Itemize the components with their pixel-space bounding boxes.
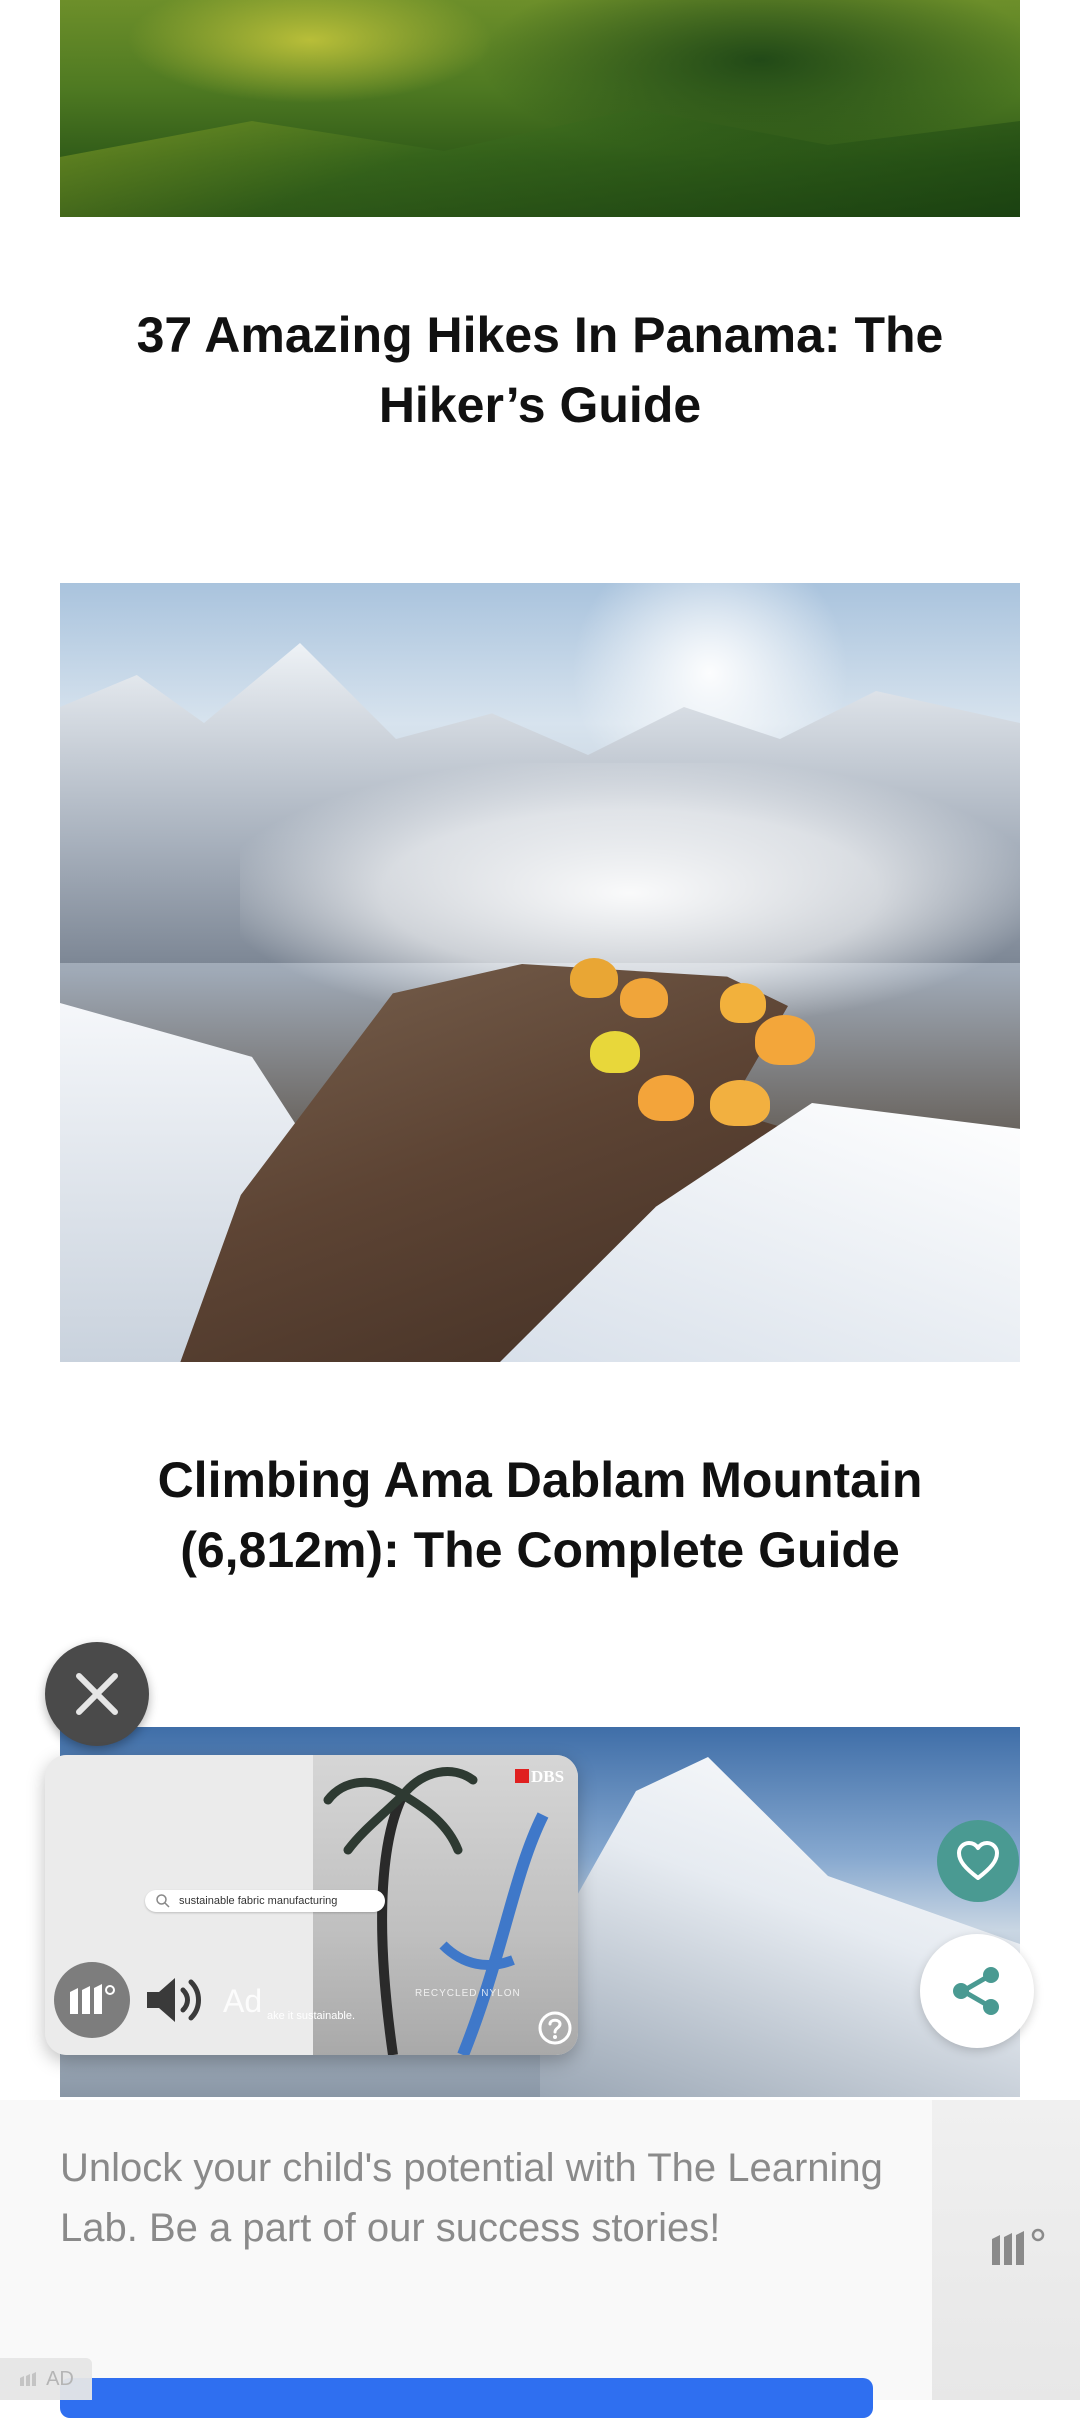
- ad-network-logo: [988, 2225, 1050, 2274]
- banner-ad-cta-button[interactable]: [60, 2378, 873, 2418]
- help-icon: [538, 2011, 572, 2045]
- close-icon: [76, 1673, 118, 1715]
- mute-toggle-button[interactable]: [143, 1970, 209, 2035]
- article-image-ama-dablam[interactable]: [60, 583, 1020, 1362]
- close-ad-button[interactable]: [45, 1642, 149, 1746]
- brand-logo-icon: [70, 1984, 115, 2014]
- banner-ad-text[interactable]: Unlock your child's potential with The L…: [60, 2138, 890, 2258]
- ad-choices-icon: [20, 2372, 37, 2386]
- tent: [638, 1075, 694, 1121]
- search-icon: [156, 1894, 170, 1908]
- tent: [570, 958, 618, 998]
- tent: [710, 1080, 770, 1126]
- snow-ridge: [540, 1757, 1020, 2097]
- article-title[interactable]: 37 Amazing Hikes In Panama: The Hiker’s …: [60, 300, 1020, 440]
- speaker-icon: [147, 1978, 201, 2022]
- tent: [620, 978, 668, 1018]
- tent: [590, 1031, 640, 1073]
- share-icon: [953, 1967, 999, 2015]
- ad-choices-tag[interactable]: AD: [0, 2358, 92, 2400]
- tent: [755, 1015, 815, 1065]
- ad-tag-label: AD: [46, 2367, 74, 2390]
- ad-label: Ad: [223, 1983, 263, 2019]
- tent: [720, 983, 766, 1023]
- heart-icon: [957, 1841, 999, 1880]
- ad-search-text: sustainable fabric manufacturing: [179, 1895, 338, 1907]
- ad-caption: ake it sustainable.: [267, 2010, 356, 2022]
- article-image-hills[interactable]: [60, 0, 1020, 217]
- share-button[interactable]: [920, 1934, 1034, 2048]
- brand-mark-icon: [515, 1769, 529, 1783]
- ad-brand-logo: DBS: [515, 1767, 564, 1787]
- ad-help-button[interactable]: [537, 2010, 573, 2051]
- banner-ad[interactable]: Unlock your child's potential with The L…: [0, 2100, 1080, 2418]
- ad-brand-text: DBS: [531, 1767, 565, 1786]
- ad-network-logo-button[interactable]: [54, 1962, 130, 2038]
- ad-overlay-text: RECYCLED NYLON: [415, 1988, 521, 1999]
- ad-search-bar: sustainable fabric manufacturing: [145, 1890, 385, 1912]
- favorite-button[interactable]: [937, 1820, 1019, 1902]
- brand-logo-icon: [992, 2228, 1045, 2265]
- video-ad-player[interactable]: sustainable fabric manufacturing DBS REC…: [45, 1755, 578, 2055]
- article-title[interactable]: Climbing Ama Dablam Mountain (6,812m): T…: [60, 1445, 1020, 1585]
